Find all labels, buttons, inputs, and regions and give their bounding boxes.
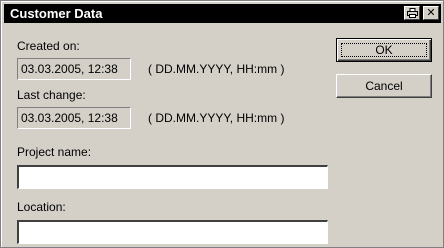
- title-bar[interactable]: Customer Data ✕: [4, 4, 441, 23]
- ok-button-label: OK: [341, 43, 427, 57]
- created-on-label: Created on:: [17, 39, 80, 53]
- project-name-input[interactable]: [17, 165, 328, 189]
- print-icon: [406, 8, 418, 18]
- last-change-label: Last change:: [17, 88, 86, 102]
- created-on-format-hint: ( DD.MM.YYYY, HH:mm ): [148, 62, 285, 76]
- last-change-field: 03.03.2005, 12:38: [17, 107, 131, 129]
- created-on-field: 03.03.2005, 12:38: [17, 58, 131, 80]
- project-name-label: Project name:: [17, 145, 92, 159]
- location-label: Location:: [17, 200, 66, 214]
- location-input[interactable]: [17, 220, 328, 244]
- cancel-button[interactable]: Cancel: [336, 74, 432, 98]
- ok-button[interactable]: OK: [336, 38, 432, 62]
- last-change-format-hint: ( DD.MM.YYYY, HH:mm ): [148, 111, 285, 125]
- window-title: Customer Data: [10, 6, 103, 21]
- customer-data-dialog: Customer Data ✕ Created on: 03.03.2005, …: [0, 0, 444, 248]
- print-button[interactable]: [404, 6, 420, 20]
- close-button[interactable]: ✕: [423, 6, 439, 20]
- close-icon: ✕: [426, 7, 436, 19]
